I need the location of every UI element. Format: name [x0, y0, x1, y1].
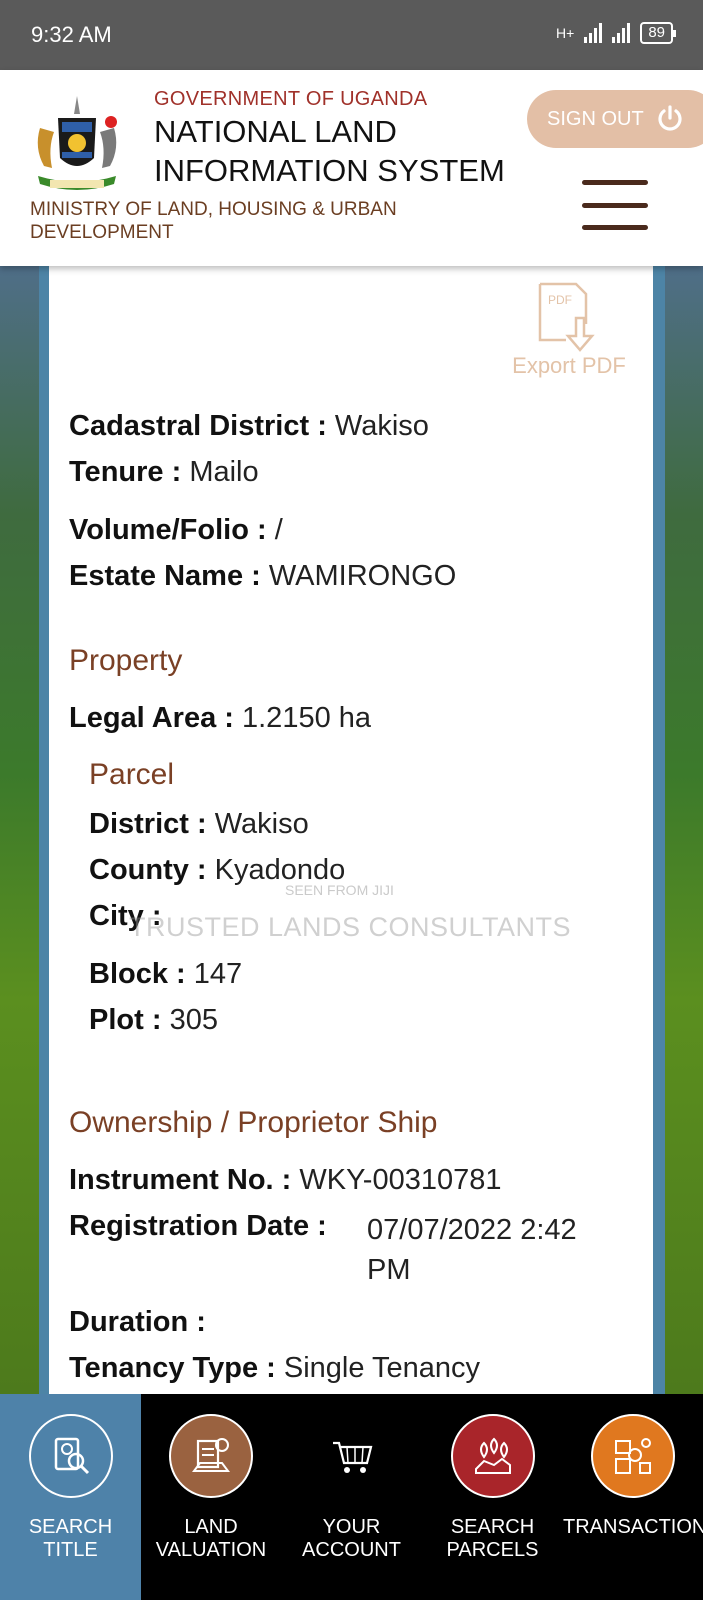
card-border-left: [39, 266, 49, 1394]
property-heading: Property: [69, 644, 183, 677]
registration-date-line2: PM: [367, 1254, 411, 1286]
watermark: TRUSTED LANDS CONSULTANTS: [129, 912, 572, 942]
status-bar: 9:32 AM H+ 89: [0, 0, 703, 70]
duration-label: Duration :: [69, 1306, 206, 1338]
pdf-icon: PDF: [538, 282, 595, 352]
nav-search-parcels-line1: SEARCH: [450, 1516, 535, 1538]
system-title-line1: NATIONAL LAND: [154, 114, 397, 149]
nav-search-parcels[interactable]: SEARCH PARCELS: [422, 1394, 563, 1600]
shopping-cart-icon: [332, 1441, 372, 1473]
card-border-right: [653, 266, 665, 1394]
registration-date-row: Registration Date :: [69, 1210, 327, 1243]
power-icon: [658, 105, 682, 131]
ownership-heading: Ownership / Proprietor Ship: [69, 1106, 438, 1139]
instrument-value: WKY-00310781: [299, 1164, 502, 1196]
status-icons: H+ 89: [556, 22, 676, 44]
nav-transactions[interactable]: TRANSACTIONS: [563, 1394, 703, 1600]
nav-land-valuation-line2: VALUATION: [155, 1539, 267, 1561]
tenancy-type-label: Tenancy Type :: [69, 1352, 276, 1384]
legal-area-row: Legal Area : 1.2150 ha: [69, 702, 371, 735]
bottom-navigation: SEARCH TITLE LAND VALUATION YOUR ACCOUNT…: [0, 1394, 703, 1600]
ministry-line1: MINISTRY OF LAND, HOUSING & URBAN: [30, 199, 397, 220]
block-row: Block : 147: [89, 958, 242, 991]
export-pdf-label: Export PDF: [512, 353, 626, 378]
tenure-label: Tenure :: [69, 456, 182, 488]
export-pdf-button[interactable]: PDF Export PDF: [499, 280, 639, 379]
nav-search-title[interactable]: SEARCH TITLE: [0, 1394, 141, 1600]
status-time: 9:32 AM: [31, 22, 112, 47]
nav-search-parcels-line2: PARCELS: [446, 1539, 539, 1561]
land-valuation-icon: [169, 1414, 253, 1498]
ministry-title: MINISTRY OF LAND, HOUSING & URBAN DEVELO…: [30, 198, 450, 244]
system-title: NATIONAL LAND INFORMATION SYSTEM: [154, 112, 505, 190]
volume-folio-row: Volume/Folio : /: [69, 514, 283, 547]
nav-search-title-line2: TITLE: [43, 1539, 98, 1561]
network-type: H+: [556, 25, 575, 41]
estate-name-value: WAMIRONGO: [268, 560, 457, 592]
instrument-row: Instrument No. : WKY-00310781: [69, 1164, 502, 1197]
tenancy-type-value: Single Tenancy: [283, 1352, 481, 1384]
hamburger-menu-icon[interactable]: [582, 180, 648, 230]
battery-icon: 89: [640, 22, 676, 44]
map-pins-icon: [450, 1414, 535, 1498]
legal-area-label: Legal Area :: [69, 702, 234, 734]
title-details-card: PDF Export PDF Cadastral District : Waki…: [49, 266, 653, 1394]
cadastral-district-value: Wakiso: [334, 410, 429, 442]
block-label: Block :: [89, 958, 186, 990]
search-title-icon: [28, 1414, 113, 1498]
registration-date-line1: 07/07/2022 2:42: [367, 1214, 577, 1246]
system-title-line2: INFORMATION SYSTEM: [154, 153, 505, 188]
county-label: County :: [89, 854, 207, 886]
district-row: District : Wakiso: [89, 808, 309, 841]
tenancy-type-row: Tenancy Type : Single Tenancy: [69, 1352, 480, 1385]
valuation-document-icon: [192, 1438, 230, 1472]
transactions-icon: [591, 1414, 675, 1498]
transactions-gear-icon: [615, 1438, 651, 1474]
sign-out-button[interactable]: SIGN OUT: [527, 90, 703, 148]
document-search-icon: [54, 1437, 89, 1475]
estate-name-label: Estate Name :: [69, 560, 261, 592]
government-title: GOVERNMENT OF UGANDA: [154, 88, 428, 110]
plot-row: Plot : 305: [89, 1004, 218, 1037]
plot-label: Plot :: [89, 1004, 162, 1036]
signal-icon: [584, 23, 603, 43]
plot-value: 305: [169, 1004, 218, 1036]
block-value: 147: [193, 958, 243, 990]
district-value: Wakiso: [214, 808, 309, 840]
instrument-label: Instrument No. :: [69, 1164, 292, 1196]
duration-row: Duration :: [69, 1306, 206, 1339]
nav-your-account[interactable]: YOUR ACCOUNT: [281, 1394, 422, 1600]
nav-search-title-line1: SEARCH: [28, 1516, 113, 1538]
coat-of-arms-logo: [37, 96, 117, 190]
tenure-value: Mailo: [189, 456, 259, 488]
watermark-small: SEEN FROM JIJI: [285, 882, 394, 898]
legal-area-value: 1.2150 ha: [242, 702, 372, 734]
nav-land-valuation-line1: LAND: [184, 1516, 238, 1538]
ministry-line2: DEVELOPMENT: [30, 222, 174, 243]
nav-land-valuation[interactable]: LAND VALUATION: [141, 1394, 281, 1600]
cadastral-district-label: Cadastral District :: [69, 410, 327, 442]
volume-folio-value: /: [274, 514, 283, 546]
nav-your-account-line1: YOUR: [322, 1516, 381, 1538]
nav-transactions-label: TRANSACTIONS: [563, 1516, 703, 1538]
registration-date-value: 07/07/2022 2:42 PM: [367, 1210, 577, 1290]
signal-icon-2: [612, 23, 631, 43]
pdf-icon-text: PDF: [548, 293, 572, 307]
registration-date-label: Registration Date :: [69, 1210, 327, 1242]
sign-out-label: SIGN OUT: [547, 107, 644, 130]
volume-folio-label: Volume/Folio :: [69, 514, 267, 546]
estate-name-row: Estate Name : WAMIRONGO: [69, 560, 456, 593]
parcel-heading: Parcel: [89, 758, 175, 791]
cadastral-district-row: Cadastral District : Wakiso: [69, 410, 429, 443]
map-location-icon: [474, 1437, 511, 1474]
nav-your-account-line2: ACCOUNT: [302, 1539, 401, 1561]
app-header: GOVERNMENT OF UGANDA NATIONAL LAND INFOR…: [0, 70, 703, 266]
cart-icon: [310, 1414, 394, 1498]
district-label: District :: [89, 808, 207, 840]
tenure-row: Tenure : Mailo: [69, 456, 259, 489]
